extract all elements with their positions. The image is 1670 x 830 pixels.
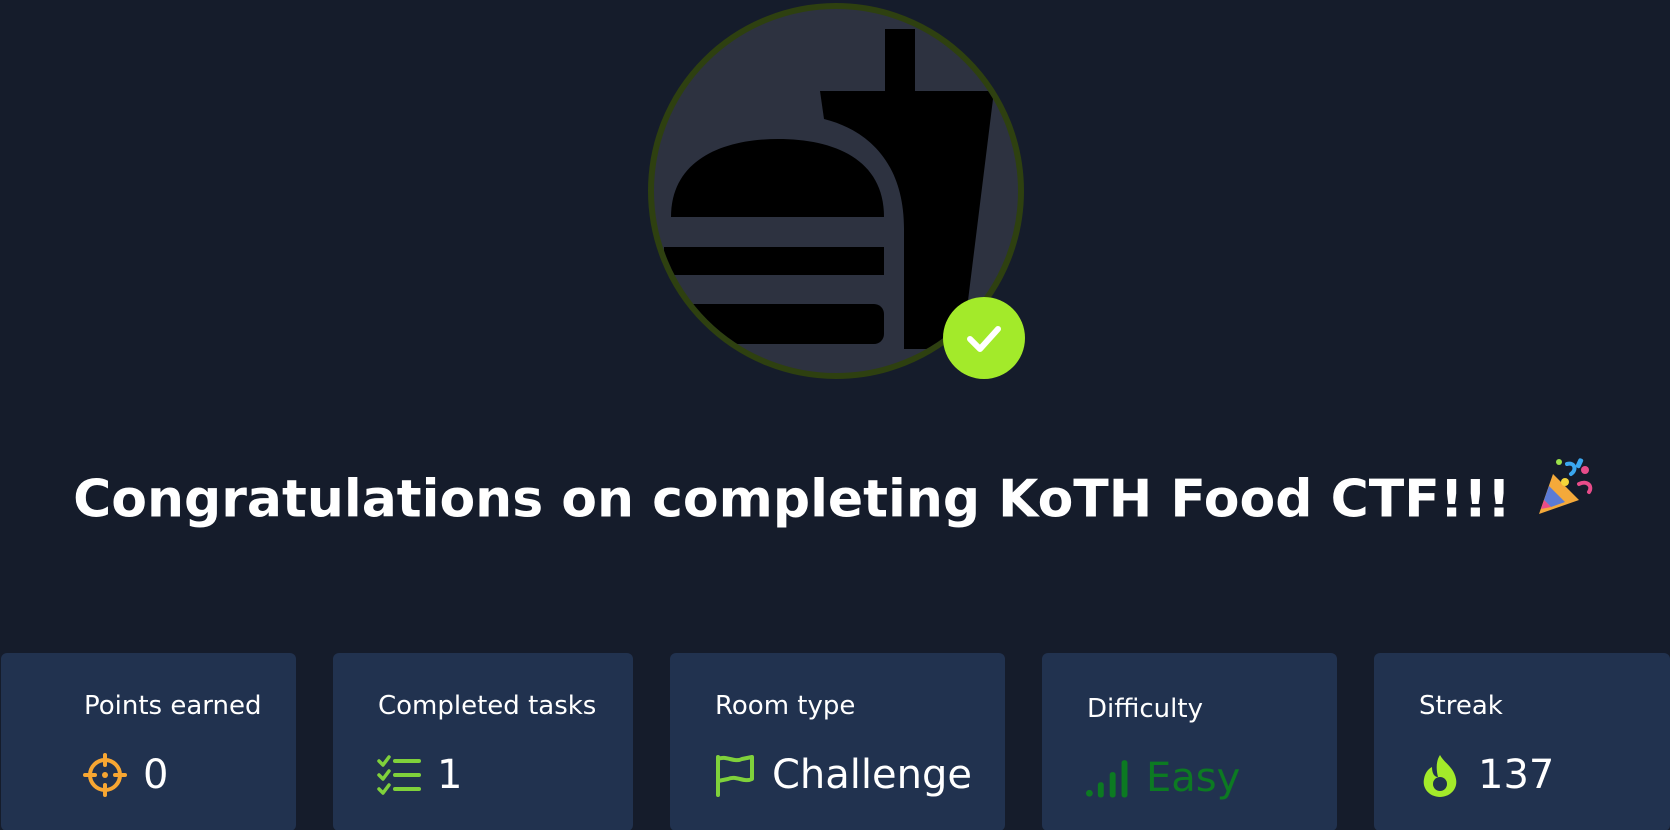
points-earned-value: 0 xyxy=(143,752,169,798)
flag-icon xyxy=(712,753,756,797)
room-type-row: Challenge xyxy=(712,745,972,805)
party-popper-icon xyxy=(1535,456,1597,537)
room-type-label: Room type xyxy=(715,691,856,721)
difficulty-card: Difficulty Easy xyxy=(1042,653,1337,830)
difficulty-value: Easy xyxy=(1146,755,1241,801)
difficulty-row: Easy xyxy=(1086,748,1240,808)
room-type-value: Challenge xyxy=(772,752,972,798)
room-icon-container xyxy=(648,3,1025,379)
streak-row: 137 xyxy=(1418,745,1554,805)
room-completed-page: Congratulations on completing KoTH Food … xyxy=(0,0,1670,830)
crosshair-icon xyxy=(83,753,127,797)
signal-bars-icon xyxy=(1086,756,1130,800)
check-icon xyxy=(943,297,1025,379)
completed-tasks-label: Completed tasks xyxy=(378,691,597,721)
room-type-card: Room type Challenge xyxy=(670,653,1005,830)
headline-text: Congratulations on completing KoTH Food … xyxy=(73,469,1511,530)
completed-tasks-card: Completed tasks 1 xyxy=(333,653,633,830)
difficulty-label: Difficulty xyxy=(1087,694,1203,724)
points-earned-card: Points earned 0 xyxy=(1,653,296,830)
points-earned-label: Points earned xyxy=(84,691,262,721)
completed-tasks-value: 1 xyxy=(437,752,463,798)
streak-label: Streak xyxy=(1419,691,1503,721)
checklist-icon xyxy=(377,753,421,797)
points-earned-row: 0 xyxy=(83,745,168,805)
streak-value: 137 xyxy=(1478,752,1555,798)
completion-headline: Congratulations on completing KoTH Food … xyxy=(0,458,1670,543)
streak-card: Streak 137 xyxy=(1374,653,1670,830)
completed-tasks-row: 1 xyxy=(377,745,462,805)
fire-icon xyxy=(1418,753,1462,797)
